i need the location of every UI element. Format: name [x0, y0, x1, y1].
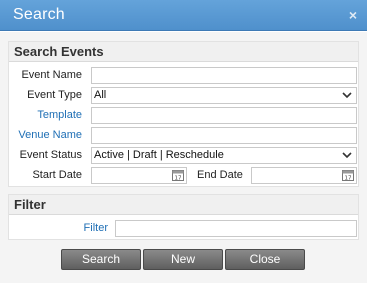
- event-type-label: Event Type: [27, 89, 82, 101]
- venue-name-link[interactable]: Venue Name: [18, 129, 82, 141]
- search-button[interactable]: Search: [61, 249, 141, 270]
- venue-name-input[interactable]: [91, 127, 357, 144]
- start-date-label: Start Date: [32, 169, 82, 181]
- filter-link[interactable]: Filter: [84, 222, 108, 234]
- filter-section: Filter Filter: [8, 194, 359, 240]
- template-row: Template: [9, 106, 358, 126]
- new-button[interactable]: New: [143, 249, 223, 270]
- filter-row: Filter: [9, 219, 358, 239]
- chevron-down-icon: [342, 92, 352, 99]
- calendar-icon[interactable]: 17: [342, 169, 354, 181]
- end-date-input[interactable]: 17: [251, 167, 357, 184]
- close-button[interactable]: Close: [225, 249, 305, 270]
- end-date-label: End Date: [197, 169, 243, 181]
- dialog-titlebar: Search ×: [0, 0, 367, 31]
- chevron-down-icon: [342, 152, 352, 159]
- date-row: Start Date 17 End Date 17: [9, 166, 358, 186]
- close-icon[interactable]: ×: [349, 8, 357, 22]
- template-input[interactable]: [91, 107, 357, 124]
- event-name-input[interactable]: [91, 67, 357, 84]
- event-type-select[interactable]: All: [91, 87, 357, 104]
- event-status-select[interactable]: Active | Draft | Reschedule: [91, 147, 357, 164]
- event-status-value: Active | Draft | Reschedule: [94, 149, 224, 161]
- search-events-section: Search Events Event Name Event Type All …: [8, 41, 359, 187]
- svg-text:17: 17: [175, 176, 182, 182]
- event-name-row: Event Name: [9, 66, 358, 86]
- calendar-icon[interactable]: 17: [172, 169, 184, 181]
- event-type-value: All: [94, 89, 107, 101]
- event-type-row: Event Type All: [9, 86, 358, 106]
- dialog-title: Search: [13, 6, 65, 23]
- venue-name-row: Venue Name: [9, 126, 358, 146]
- filter-input[interactable]: [115, 220, 357, 237]
- svg-text:17: 17: [345, 176, 352, 182]
- event-status-label: Event Status: [19, 149, 82, 161]
- template-link[interactable]: Template: [37, 109, 82, 121]
- filter-header: Filter: [9, 195, 358, 215]
- start-date-input[interactable]: 17: [91, 167, 187, 184]
- search-events-header: Search Events: [9, 42, 358, 62]
- event-status-row: Event Status Active | Draft | Reschedule: [9, 146, 358, 166]
- event-name-label: Event Name: [21, 69, 82, 81]
